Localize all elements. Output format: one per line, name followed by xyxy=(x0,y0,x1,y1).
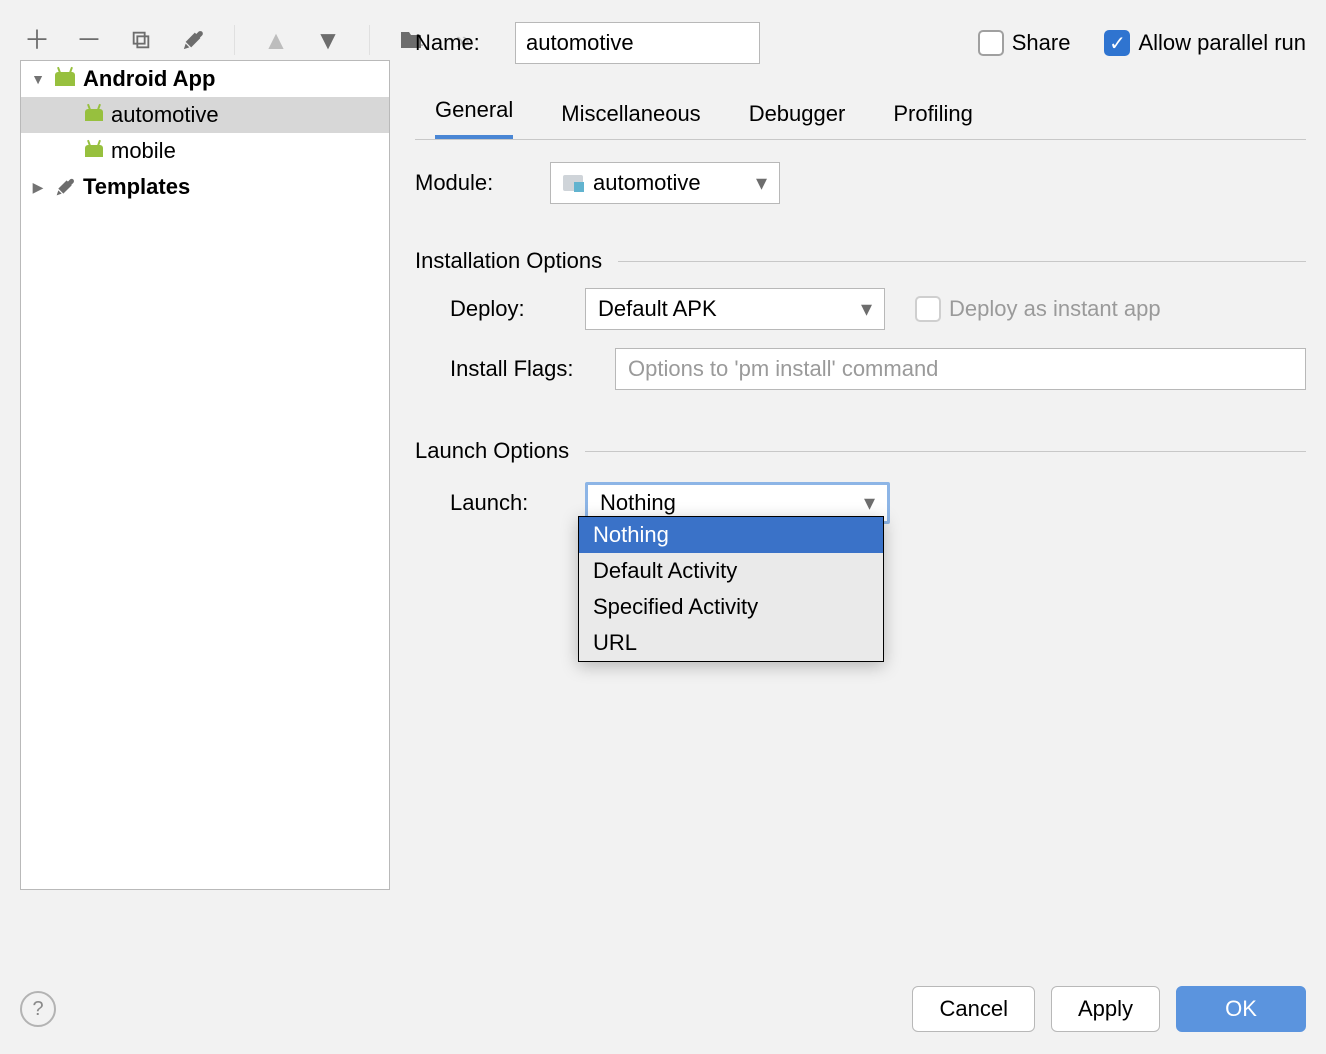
module-value: automotive xyxy=(593,170,701,196)
name-label: Name: xyxy=(415,30,495,56)
remove-icon[interactable]: － xyxy=(76,27,102,53)
launch-option-specified-activity[interactable]: Specified Activity xyxy=(579,589,883,625)
launch-value: Nothing xyxy=(600,490,676,516)
config-tree: ▼ Android App automotive mobile ▶ Templa… xyxy=(20,60,390,890)
allow-parallel-label: Allow parallel run xyxy=(1138,30,1306,56)
deploy-instant-label: Deploy as instant app xyxy=(949,296,1161,322)
tree-node-label: Templates xyxy=(83,174,190,200)
add-icon[interactable]: ＋ xyxy=(24,27,50,53)
share-label: Share xyxy=(1012,30,1071,56)
toolbar-separator xyxy=(234,25,235,55)
cancel-button[interactable]: Cancel xyxy=(912,986,1034,1032)
checkbox-icon xyxy=(915,296,941,322)
copy-icon[interactable] xyxy=(128,27,154,53)
tab-profiling[interactable]: Profiling xyxy=(893,91,972,139)
move-down-icon[interactable]: ▼ xyxy=(315,27,341,53)
caret-down-icon: ▾ xyxy=(861,296,872,322)
tab-miscellaneous[interactable]: Miscellaneous xyxy=(561,91,700,139)
launch-options-heading: Launch Options xyxy=(415,438,569,464)
edit-defaults-icon[interactable] xyxy=(180,27,206,53)
android-icon xyxy=(55,72,75,86)
share-checkbox[interactable]: Share xyxy=(978,30,1071,56)
help-icon[interactable]: ? xyxy=(20,991,56,1027)
tree-node-templates[interactable]: ▶ Templates xyxy=(21,169,389,205)
apply-button[interactable]: Apply xyxy=(1051,986,1160,1032)
footer: ? Cancel Apply OK xyxy=(20,984,1306,1034)
deploy-label: Deploy: xyxy=(415,296,585,322)
caret-down-icon: ▾ xyxy=(864,490,875,516)
module-label: Module: xyxy=(415,170,550,196)
tree-item-mobile[interactable]: mobile xyxy=(21,133,389,169)
toolbar-separator xyxy=(369,25,370,55)
tree-item-label: mobile xyxy=(111,138,176,164)
tab-general[interactable]: General xyxy=(435,87,513,139)
tree-item-label: automotive xyxy=(111,102,219,128)
move-up-icon[interactable]: ▲ xyxy=(263,27,289,53)
launch-label: Launch: xyxy=(415,490,585,516)
install-flags-label: Install Flags: xyxy=(415,356,615,382)
tree-node-label: Android App xyxy=(83,66,215,92)
checkbox-icon xyxy=(978,30,1004,56)
module-combo[interactable]: automotive ▾ xyxy=(550,162,780,204)
section-divider xyxy=(585,451,1306,452)
install-flags-input[interactable] xyxy=(615,348,1306,390)
launch-option-nothing[interactable]: Nothing xyxy=(579,517,883,553)
allow-parallel-checkbox[interactable]: ✓ Allow parallel run xyxy=(1104,30,1306,56)
caret-down-icon: ▾ xyxy=(756,170,767,196)
module-folder-icon xyxy=(563,175,583,191)
header-row: Name: Share ✓ Allow parallel run xyxy=(415,20,1306,66)
section-divider xyxy=(618,261,1306,262)
ok-button[interactable]: OK xyxy=(1176,986,1306,1032)
android-icon xyxy=(85,109,103,121)
name-input[interactable] xyxy=(515,22,760,64)
launch-option-url[interactable]: URL xyxy=(579,625,883,661)
chevron-right-icon[interactable]: ▶ xyxy=(29,179,47,196)
tab-debugger[interactable]: Debugger xyxy=(749,91,846,139)
launch-option-default-activity[interactable]: Default Activity xyxy=(579,553,883,589)
wrench-icon xyxy=(55,177,75,197)
tree-node-android-app[interactable]: ▼ Android App xyxy=(21,61,389,97)
launch-dropdown: Nothing Default Activity Specified Activ… xyxy=(578,516,884,662)
checkbox-checked-icon: ✓ xyxy=(1104,30,1130,56)
deploy-combo[interactable]: Default APK ▾ xyxy=(585,288,885,330)
deploy-instant-checkbox: Deploy as instant app xyxy=(915,296,1161,322)
tabs: General Miscellaneous Debugger Profiling xyxy=(415,90,1306,140)
chevron-down-icon[interactable]: ▼ xyxy=(29,71,47,87)
deploy-value: Default APK xyxy=(598,296,717,322)
config-toolbar: ＋ － ▲ ▼ + » xyxy=(24,20,476,60)
form-area: Module: automotive ▾ Installation Option… xyxy=(415,155,1306,535)
tree-item-automotive[interactable]: automotive xyxy=(21,97,389,133)
installation-options-heading: Installation Options xyxy=(415,248,602,274)
android-icon xyxy=(85,145,103,157)
